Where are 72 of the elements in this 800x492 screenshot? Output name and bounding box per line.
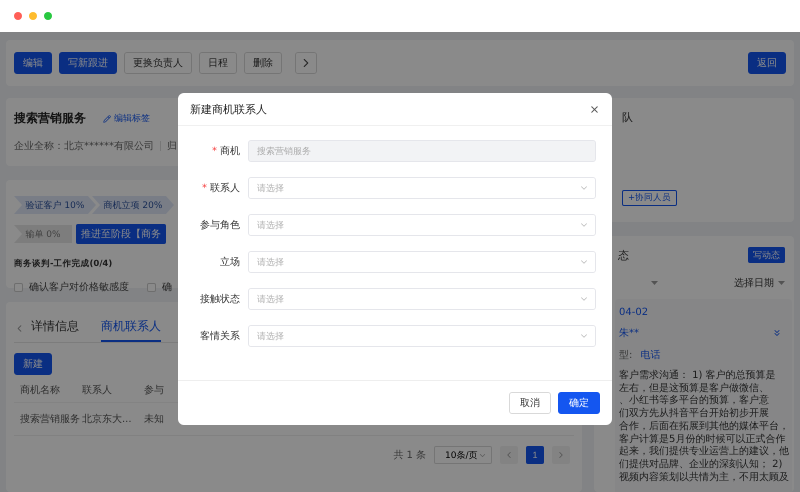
page-button[interactable]: 1 [526, 446, 544, 464]
pencil-icon [103, 114, 111, 122]
minimize-window-icon[interactable] [29, 12, 37, 20]
toolbar-button[interactable]: 写新跟进 [59, 52, 117, 74]
note-line: 客户计算是5月份的时候可以正式合作 [619, 434, 786, 446]
field-label: * 商机 [211, 144, 240, 158]
caret-icon [778, 281, 785, 285]
field-label: * 联系人 [201, 182, 240, 195]
select-field[interactable]: 请选择 [248, 325, 596, 347]
activity-title: 态 [618, 248, 629, 262]
owner-label: 归 [167, 140, 177, 153]
note-line: 左右，但是这预算是客户做微信、 [619, 382, 770, 394]
type-label: 型: [619, 348, 632, 362]
select-field[interactable]: 请选择 [248, 288, 596, 310]
checkbox[interactable] [147, 282, 156, 292]
task-title: 商务谈判-工作完成(0/4) [14, 258, 112, 270]
type-value: 电话 [640, 348, 660, 362]
author-name: 朱** [619, 326, 639, 340]
table-cell-text: 未知 [143, 412, 165, 427]
toolbar-button[interactable]: 编辑 [14, 52, 52, 74]
note-line: 视频内容策划以共情为主，不用太顾及 [619, 472, 790, 484]
dialog-title: 新建商机联系人 [190, 102, 267, 116]
advance-stage-button[interactable]: 推进至阶段【商务 [76, 224, 166, 244]
opportunity-title: 搜索营销服务 [14, 110, 86, 127]
edit-tags-link[interactable]: 编辑标签 [103, 112, 150, 125]
select-field[interactable]: 请选择 [248, 251, 596, 273]
field-label: 参与角色 [199, 218, 240, 232]
select-field[interactable]: 请选择 [248, 177, 596, 199]
select-field[interactable]: 请选择 [248, 214, 596, 236]
column-header: 联系人 [76, 377, 138, 403]
field-label: 立场 [219, 256, 240, 269]
table-cell-text: 北京东大... [81, 412, 133, 427]
expand-icon[interactable] [772, 328, 782, 338]
task-label: 确认客户对价格敏感度 [29, 280, 129, 294]
task-label: 确 [162, 281, 172, 294]
more-button[interactable] [295, 52, 317, 74]
note-line: 合作，后面在拓展到其他的媒体平台， [619, 420, 790, 434]
toolbar-button[interactable]: 日程 [199, 52, 237, 74]
company-name: 企业全称：北京******有限公司 [14, 140, 154, 153]
activity-date: 04-02 [618, 307, 650, 318]
date-filter[interactable]: 选择日期 [734, 276, 785, 290]
stage-step[interactable]: 商机立项 20% [92, 196, 174, 214]
field-label: 接触状态 [199, 292, 240, 306]
new-button[interactable]: 新建 [14, 353, 52, 375]
dialog-button[interactable]: 取消 [509, 392, 551, 414]
next-page-button[interactable] [552, 446, 570, 464]
team-title: 队 [622, 110, 634, 125]
previous-page-button[interactable] [500, 446, 518, 464]
note-line: 客户需求沟通： 1) 客户的总预算是 [619, 370, 777, 382]
field-label: 客情关系 [199, 330, 240, 343]
page-size-select[interactable]: 10条/页 [434, 446, 492, 464]
write-activity-button[interactable]: 写动态 [748, 247, 785, 263]
toolbar-button[interactable]: 删除 [244, 52, 282, 74]
stage-step[interactable]: 验证客户 10% [14, 196, 96, 214]
note-line: 们双方先从抖音平台开始初步开展 [619, 408, 770, 420]
dialog-button[interactable]: 确定 [558, 392, 600, 414]
total-count: 共 1 条 [393, 448, 426, 462]
caret-icon [651, 281, 658, 285]
back-button[interactable]: 返回 [748, 52, 786, 74]
toolbar-button[interactable]: 更换负责人 [124, 52, 192, 74]
checkbox[interactable] [14, 282, 23, 292]
tab[interactable]: 商机联系人 [101, 318, 161, 342]
column-header: 商机名称 [14, 377, 76, 403]
note-line: 们提供对品牌、企业的深刻认知； 2) [619, 458, 784, 472]
note-line: 起来，我们提供专业运营上的建议，他 [619, 446, 790, 458]
maximize-window-icon[interactable] [44, 12, 52, 20]
note-line: 、小红书等多平台的预算，客户意 [619, 395, 770, 408]
close-window-icon[interactable] [14, 12, 22, 20]
tab[interactable]: 详情信息 [31, 318, 79, 342]
close-icon [589, 104, 600, 114]
add-collaborator-button[interactable]: +协同人员 [622, 190, 678, 206]
close-button[interactable] [589, 104, 600, 114]
